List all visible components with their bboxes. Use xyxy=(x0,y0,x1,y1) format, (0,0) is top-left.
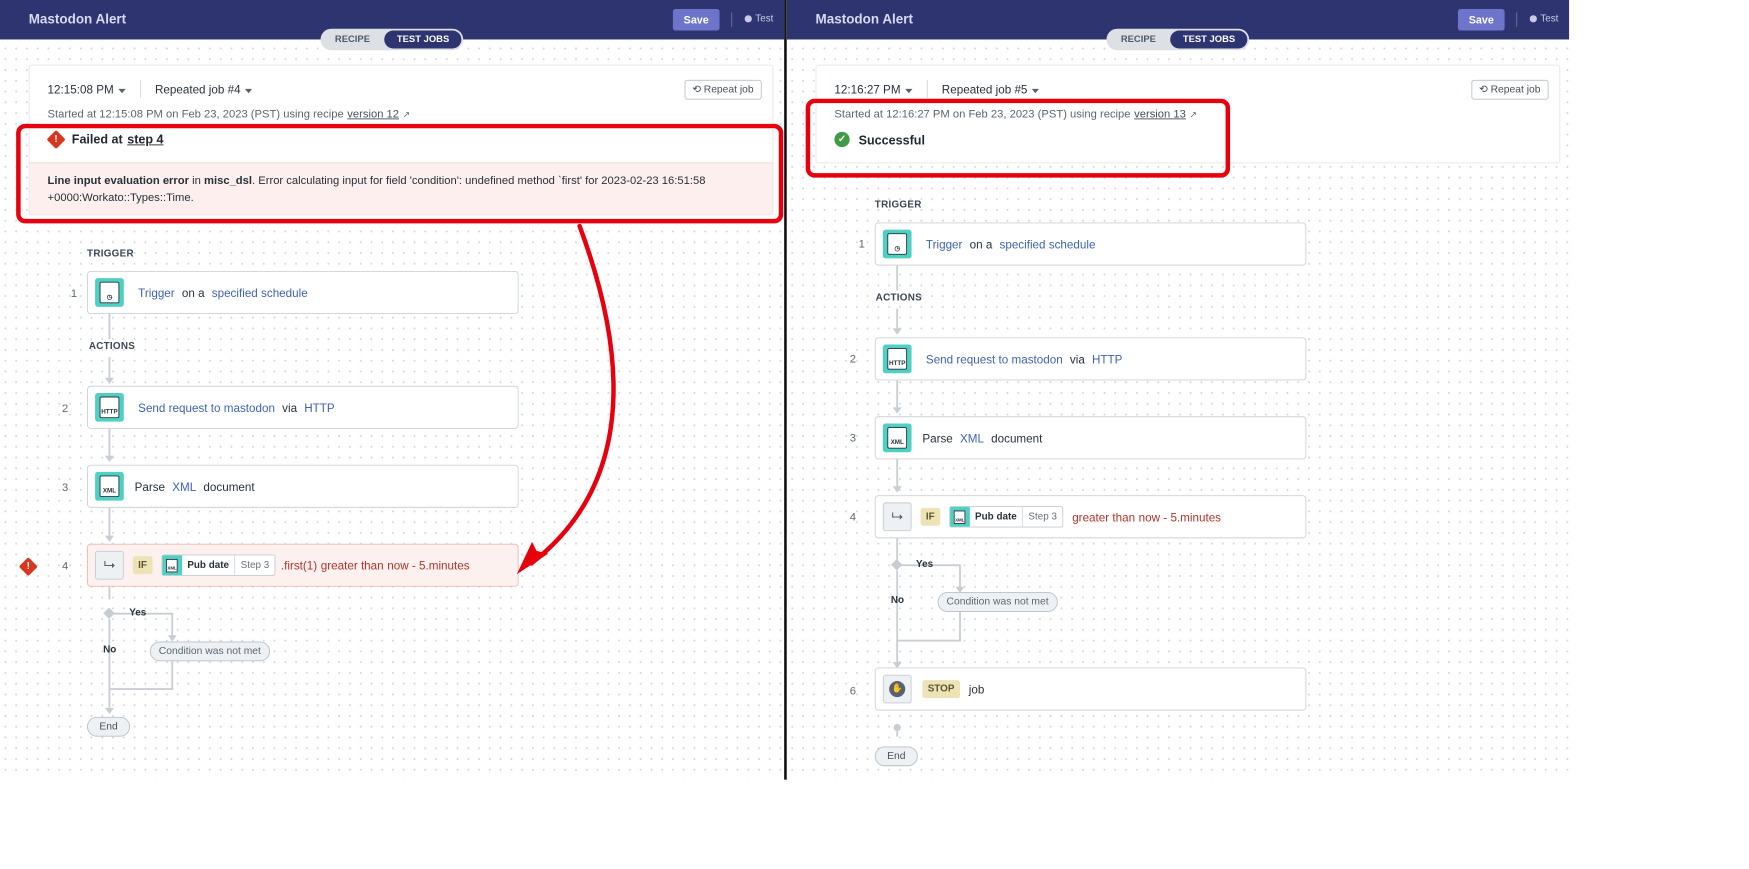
schedule-link[interactable]: specified schedule xyxy=(999,237,1095,250)
connector-line xyxy=(959,564,961,588)
chevron-down-icon xyxy=(905,88,913,93)
job-time: 12:16:27 PM xyxy=(834,82,901,96)
step-text: document xyxy=(991,431,1043,445)
step-trigger-link[interactable]: Trigger xyxy=(926,237,963,250)
test-button[interactable]: Test xyxy=(1529,13,1559,25)
view-tabs: RECIPE TEST JOBS xyxy=(1106,28,1250,51)
repeat-job-label: Repeat job xyxy=(1490,84,1541,96)
step-number: 2 xyxy=(849,352,856,366)
datapill-name: Pub date xyxy=(975,511,1017,523)
connector-line xyxy=(896,639,961,642)
step-trigger[interactable]: ◷ Trigger on a specified schedule xyxy=(874,222,1307,266)
send-request-link[interactable]: Send request to mastodon xyxy=(926,352,1063,365)
job-select-dropdown[interactable]: Repeated job #5 xyxy=(941,82,1040,96)
step-text: on a xyxy=(969,237,993,251)
header-divider xyxy=(926,79,928,98)
save-button[interactable]: Save xyxy=(1457,8,1505,31)
right-pane: Mastodon Alert Save Test RECIPE TEST JOB… xyxy=(786,0,1570,780)
step-number: 3 xyxy=(849,431,856,445)
job-header: 12:16:27 PM Repeated job #5 xyxy=(834,79,1040,98)
stop-hand-icon: ✋ xyxy=(882,674,912,704)
step-text: Parse xyxy=(922,431,953,445)
connector-line xyxy=(959,611,961,642)
step-stop-job[interactable]: ✋ STOP job xyxy=(874,667,1307,711)
connector-line xyxy=(896,731,899,737)
datapill-pub-date[interactable]: XML Pub date Step 3 xyxy=(949,506,1064,528)
flow-end-dot xyxy=(893,724,901,732)
step-text: job xyxy=(968,682,985,696)
tab-recipe[interactable]: RECIPE xyxy=(1108,31,1168,49)
app-title: Mastodon Alert xyxy=(815,11,914,27)
http-link[interactable]: HTTP xyxy=(1092,352,1122,365)
step-number: 4 xyxy=(849,510,856,524)
tab-test-jobs[interactable]: TEST JOBS xyxy=(1170,30,1248,49)
test-icon xyxy=(1529,15,1537,23)
condition-operator: greater than xyxy=(1072,510,1136,524)
step-if-condition[interactable]: ⮡ IF XML Pub date Step 3 greater than now -… xyxy=(874,495,1307,539)
datapill-step: Step 3 xyxy=(1022,506,1062,527)
connector-line xyxy=(896,380,899,409)
toolbar-divider xyxy=(1516,12,1518,27)
chevron-down-icon xyxy=(1031,88,1040,93)
stop-keyword: STOP xyxy=(922,680,960,699)
test-label: Test xyxy=(1540,13,1559,25)
calendar-clock-icon: ◷ xyxy=(882,229,912,259)
job-name: Repeated job #5 xyxy=(941,82,1028,96)
repeat-job-button[interactable]: ⟲ Repeat job xyxy=(1470,79,1549,100)
connector-arrow xyxy=(892,486,902,493)
condition-not-met-badge: Condition was not met xyxy=(937,592,1058,612)
xml-document-icon: XML xyxy=(882,423,912,453)
repeat-icon: ⟲ xyxy=(1479,84,1491,96)
end-node: End xyxy=(874,746,918,767)
condition-value: now - 5.minutes xyxy=(1138,510,1222,524)
annotation-box xyxy=(805,98,1231,178)
step-parse-xml[interactable]: XML Parse XML document xyxy=(874,416,1307,460)
no-branch-label: No xyxy=(890,594,905,606)
step-http-request[interactable]: HTTP Send request to mastodon via HTTP xyxy=(874,337,1307,381)
yes-branch-label: Yes xyxy=(916,558,934,570)
step-number: 6 xyxy=(849,684,856,698)
step-number: 1 xyxy=(858,237,865,251)
xml-link[interactable]: XML xyxy=(960,431,984,444)
actions-section-label: ACTIONS xyxy=(875,292,922,304)
connector-line xyxy=(896,265,899,291)
connector-line xyxy=(896,538,899,560)
branch-icon: ⮡ xyxy=(882,502,912,532)
trigger-section-label: TRIGGER xyxy=(874,199,922,210)
annotation-arrow xyxy=(516,223,616,575)
connector-line xyxy=(896,459,899,488)
xml-document-icon: XML xyxy=(949,506,970,527)
connector-line xyxy=(896,570,899,664)
connector-arrow xyxy=(892,328,902,335)
connector-arrow xyxy=(892,407,902,414)
job-time-dropdown[interactable]: 12:16:27 PM xyxy=(834,82,913,96)
step-text: via xyxy=(1069,352,1085,366)
if-keyword: IF xyxy=(920,507,941,526)
http-document-icon: HTTP xyxy=(882,344,912,374)
connector-line xyxy=(896,308,899,329)
